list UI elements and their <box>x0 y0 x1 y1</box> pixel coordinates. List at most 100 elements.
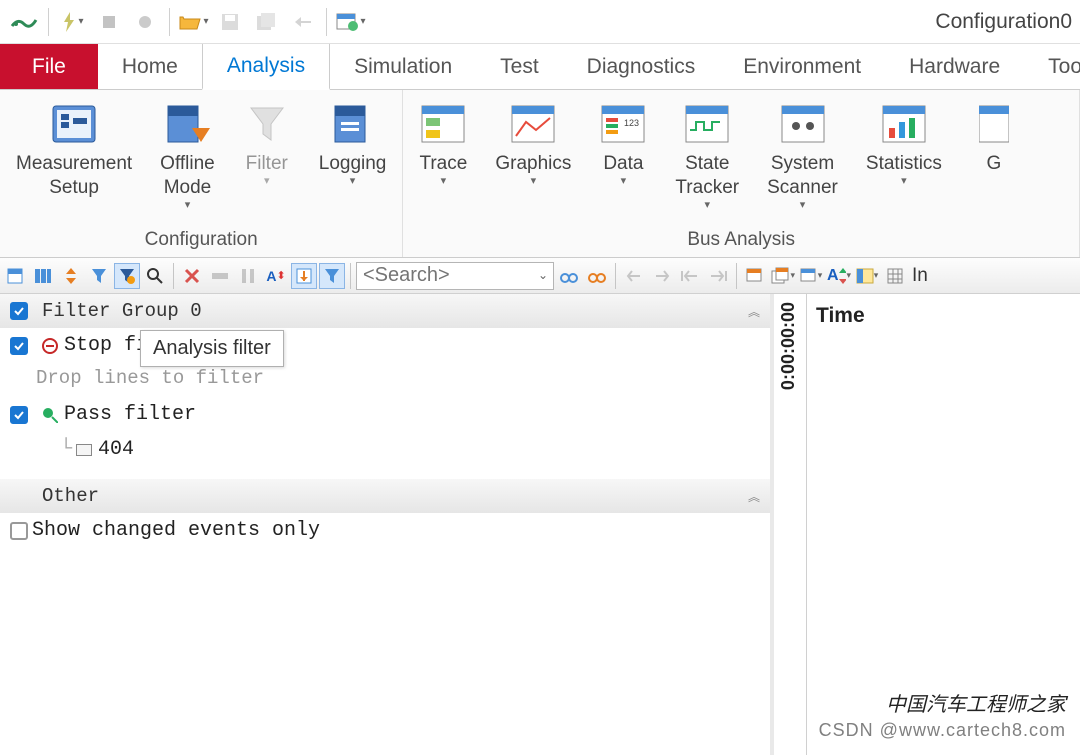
checkbox-unchecked-icon[interactable] <box>10 522 28 540</box>
tb-updown-icon[interactable] <box>58 263 84 289</box>
separator <box>736 263 737 289</box>
time-axis-value: 0:00:00:00 <box>778 302 799 390</box>
checkbox-checked-icon[interactable] <box>10 406 28 424</box>
message-icon <box>76 444 92 456</box>
tb-text-icon[interactable]: A⬍ <box>263 263 289 289</box>
other-header[interactable]: Other ︽ <box>0 479 770 513</box>
separator <box>615 263 616 289</box>
ribbon-content: Measurement Setup Offline Mode ▾ Filter … <box>0 90 1080 258</box>
measurement-setup-button[interactable]: Measurement Setup <box>2 96 146 225</box>
time-panel: 0:00:00:00 Time <box>770 294 1080 755</box>
tb-binoculars-icon[interactable] <box>556 263 582 289</box>
saveall-icon[interactable] <box>250 8 282 36</box>
filter-group-header[interactable]: Filter Group 0 ︽ <box>0 294 770 328</box>
time-axis <box>806 294 807 755</box>
tb-grid-icon[interactable] <box>882 263 908 289</box>
collapse-icon[interactable]: ︽ <box>748 488 760 505</box>
record-icon[interactable] <box>129 8 161 36</box>
pass-filter-row[interactable]: Pass filter <box>0 397 770 432</box>
separator <box>169 8 170 36</box>
tb-back2-icon[interactable] <box>677 263 703 289</box>
pass-filter-item[interactable]: └ 404 <box>0 432 770 467</box>
undo-icon[interactable] <box>286 8 318 36</box>
secondary-toolbar: A⬍ ⌄ ▾ ▾ A▾ ▾ In <box>0 258 1080 294</box>
tb-delete-icon[interactable] <box>179 263 205 289</box>
save-icon[interactable] <box>214 8 246 36</box>
graphics-button[interactable]: Graphics▾ <box>481 96 585 225</box>
watermark-cn: 中国汽车工程师之家 <box>886 688 1066 717</box>
show-changed-row[interactable]: Show changed events only <box>0 513 770 548</box>
tb-analysis-filter-icon[interactable] <box>114 263 140 289</box>
tb-toggle1-icon[interactable] <box>2 263 28 289</box>
tb-win2-icon[interactable]: ▾ <box>770 263 796 289</box>
tb-columns-icon[interactable] <box>30 263 56 289</box>
tb-back-icon[interactable] <box>621 263 647 289</box>
trace-button[interactable]: Trace▾ <box>405 96 481 225</box>
open-icon[interactable]: ▾ <box>178 8 210 36</box>
watermark-url: CSDN @www.cartech8.com <box>819 720 1066 741</box>
tb-fwd2-icon[interactable] <box>705 263 731 289</box>
group-bus-analysis: Trace▾ Graphics▾ 123 Data▾ State Tracker… <box>403 90 1080 257</box>
stop-filter-row[interactable]: Stop filter <box>0 328 770 363</box>
pass-filter-icon <box>42 407 58 423</box>
tab-diagnostics[interactable]: Diagnostics <box>563 44 720 89</box>
group-label-bus-analysis: Bus Analysis <box>405 225 1077 257</box>
filter-panel: Filter Group 0 ︽ Stop filter Drop lines … <box>0 294 770 755</box>
group-label-configuration: Configuration <box>2 225 400 257</box>
gauge-button[interactable]: G <box>956 96 1032 225</box>
search-field[interactable]: ⌄ <box>356 262 554 290</box>
filter-group-label: Filter Group 0 <box>42 300 202 322</box>
lightning-icon[interactable]: ▾ <box>57 8 89 36</box>
tab-test[interactable]: Test <box>476 44 563 89</box>
tb-layout-icon[interactable]: ▾ <box>854 263 880 289</box>
time-column-header: Time <box>816 304 865 328</box>
tb-binoculars2-icon[interactable] <box>584 263 610 289</box>
offline-mode-button[interactable]: Offline Mode ▾ <box>146 96 229 225</box>
other-label: Other <box>42 485 99 507</box>
tb-pause-icon[interactable] <box>235 263 261 289</box>
checkbox-checked-icon[interactable] <box>10 337 28 355</box>
toolbar-tail-text: In <box>912 265 928 287</box>
checkbox-checked-icon[interactable] <box>10 302 28 320</box>
tb-font-icon[interactable]: A▾ <box>826 263 852 289</box>
quick-access-toolbar: ▾ ▾ ▾ Configuration0 <box>0 0 1080 44</box>
pass-filter-label: Pass filter <box>64 403 196 426</box>
tab-hardware[interactable]: Hardware <box>885 44 1024 89</box>
app-icon[interactable] <box>8 8 40 36</box>
tab-tools[interactable]: Tools <box>1024 44 1080 89</box>
separator <box>48 8 49 36</box>
separator <box>326 8 327 36</box>
tooltip-analysis-filter: Analysis filter <box>140 330 284 367</box>
collapse-icon[interactable]: ︽ <box>748 303 760 320</box>
svg-text:123: 123 <box>624 118 639 128</box>
tab-environment[interactable]: Environment <box>719 44 885 89</box>
state-tracker-button[interactable]: State Tracker▾ <box>661 96 753 225</box>
tb-mode1-icon[interactable] <box>291 263 317 289</box>
tb-find-icon[interactable] <box>142 263 168 289</box>
config-title: Configuration0 <box>935 10 1072 34</box>
chevron-down-icon[interactable]: ⌄ <box>538 268 548 282</box>
statistics-button[interactable]: Statistics▾ <box>852 96 956 225</box>
tb-win1-icon[interactable] <box>742 263 768 289</box>
pass-filter-item-label: 404 <box>98 438 134 461</box>
data-button[interactable]: 123 Data▾ <box>585 96 661 225</box>
tb-row-icon[interactable] <box>207 263 233 289</box>
tab-analysis[interactable]: Analysis <box>202 44 330 90</box>
stop-icon[interactable] <box>93 8 125 36</box>
tab-simulation[interactable]: Simulation <box>330 44 476 89</box>
window-icon[interactable]: ▾ <box>335 8 367 36</box>
tab-file[interactable]: File <box>0 44 98 89</box>
filter-button[interactable]: Filter ▾ <box>229 96 305 225</box>
tab-home[interactable]: Home <box>98 44 202 89</box>
search-input[interactable] <box>356 262 554 290</box>
system-scanner-button[interactable]: System Scanner▾ <box>753 96 852 225</box>
ribbon-tab-bar: File Home Analysis Simulation Test Diagn… <box>0 44 1080 90</box>
stop-filter-icon <box>42 338 58 354</box>
separator <box>350 263 351 289</box>
tb-win3-icon[interactable]: ▾ <box>798 263 824 289</box>
tb-funnel-icon[interactable] <box>86 263 112 289</box>
stop-filter-hint: Drop lines to filter <box>0 363 770 397</box>
tb-fwd-icon[interactable] <box>649 263 675 289</box>
tb-mode2-icon[interactable] <box>319 263 345 289</box>
logging-button[interactable]: Logging ▾ <box>305 96 401 225</box>
